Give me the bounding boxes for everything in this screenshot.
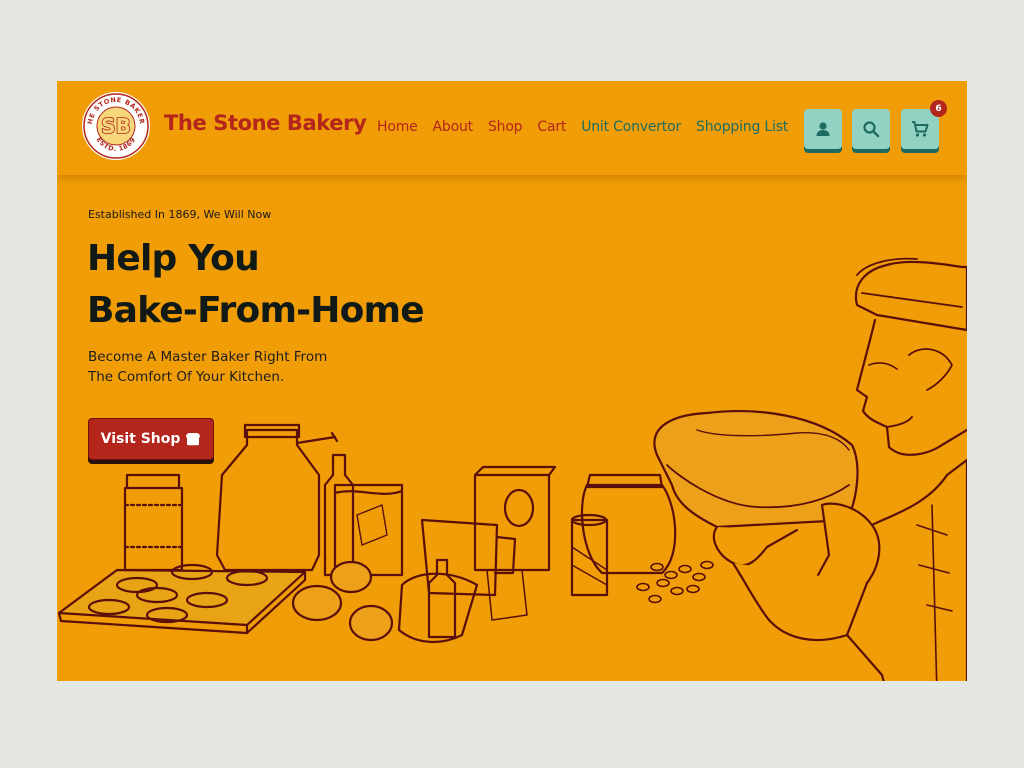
logo-monogram: SB xyxy=(101,114,131,138)
bakery-logo[interactable]: THE STONE BAKERY ESTD. 1869 SB xyxy=(81,91,151,161)
user-icon xyxy=(816,122,830,136)
nav-cart[interactable]: Cart xyxy=(537,119,566,135)
nav-shopping-list[interactable]: Shopping List xyxy=(696,119,788,135)
hero-subline: Become A Master Baker Right From The Com… xyxy=(88,347,348,387)
cart-icon xyxy=(912,121,929,137)
main-nav: Home About Shop Cart Unit Convertor Shop… xyxy=(377,119,803,135)
search-button[interactable] xyxy=(852,109,890,149)
hero-subline-line1: Become A Master Baker Right From xyxy=(88,349,328,365)
nav-home[interactable]: Home xyxy=(377,119,418,135)
hero-headline: Help You Bake-From-Home xyxy=(87,233,425,337)
page-frame: THE STONE BAKERY ESTD. 1869 SB The Stone… xyxy=(57,81,967,681)
hero-headline-line1: Help You xyxy=(87,238,260,279)
bread-icon xyxy=(186,433,201,446)
cart-button[interactable]: 6 xyxy=(901,100,947,149)
site-header: THE STONE BAKERY ESTD. 1869 SB The Stone… xyxy=(57,81,967,175)
nav-shop[interactable]: Shop xyxy=(488,119,523,135)
brand-name[interactable]: The Stone Bakery xyxy=(164,111,367,135)
nav-about[interactable]: About xyxy=(433,119,474,135)
hero-headline-line2: Bake-From-Home xyxy=(87,290,425,331)
visit-shop-label: Visit Shop xyxy=(100,431,181,447)
search-icon xyxy=(863,121,880,138)
account-button[interactable] xyxy=(804,109,842,149)
visit-shop-button[interactable]: Visit Shop xyxy=(88,418,214,460)
nav-unit-convertor[interactable]: Unit Convertor xyxy=(581,119,681,135)
cart-count-badge: 6 xyxy=(930,100,947,117)
hero-eyebrow: Established In 1869, We Will Now xyxy=(88,208,272,221)
hero-subline-line2: The Comfort Of Your Kitchen. xyxy=(88,369,285,385)
